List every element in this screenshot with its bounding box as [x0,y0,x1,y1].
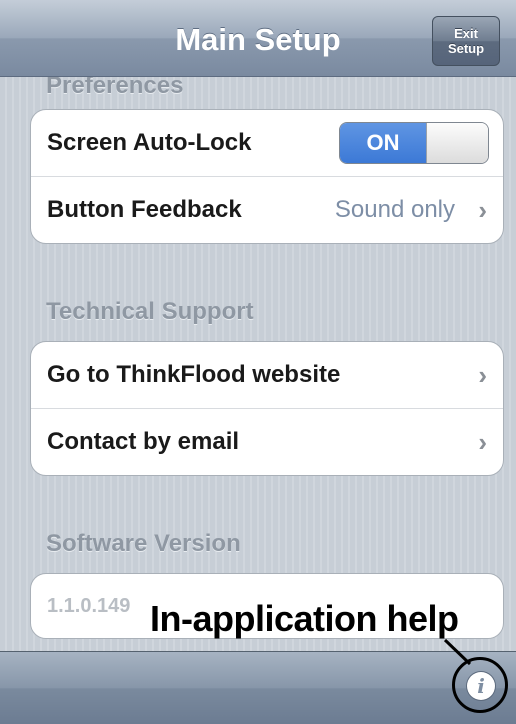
thinkflood-website-label: Go to ThinkFlood website [47,361,341,388]
help-callout-text: In-application help [150,598,459,639]
toggle-knob[interactable] [426,123,488,163]
button-feedback-label: Button Feedback [47,196,242,223]
exit-setup-button[interactable]: Exit Setup [432,16,500,66]
technical-support-header: Technical Support [46,298,254,325]
screen-auto-lock-row: Screen Auto-Lock ON [31,110,503,177]
button-feedback-row[interactable]: Button Feedback Sound only › [31,177,503,243]
chevron-right-icon: › [478,194,487,225]
chevron-right-icon: › [478,426,487,457]
info-highlight-ring [452,657,508,713]
contact-email-label: Contact by email [47,428,240,455]
exit-setup-label-line2: Setup [447,41,485,56]
contact-email-row[interactable]: Contact by email › [31,409,503,475]
chevron-right-icon: › [478,359,487,390]
exit-setup-label-line1: Exit [454,26,478,41]
bottom-toolbar [0,651,516,724]
button-feedback-value: Sound only [334,196,455,223]
preferences-group: Screen Auto-Lock ON Button Feedback Soun… [30,109,504,244]
software-version-header: Software Version [46,530,241,557]
screen-auto-lock-label: Screen Auto-Lock [47,129,252,156]
technical-support-group: Go to ThinkFlood website › Contact by em… [30,341,504,476]
navigation-bar: Main Setup Exit Setup [0,0,516,77]
software-version-value: 1.1.0.149 [47,594,131,617]
toggle-on-label: ON [340,123,426,163]
thinkflood-website-row[interactable]: Go to ThinkFlood website › [31,342,503,409]
screen-auto-lock-toggle[interactable]: ON [339,122,489,164]
